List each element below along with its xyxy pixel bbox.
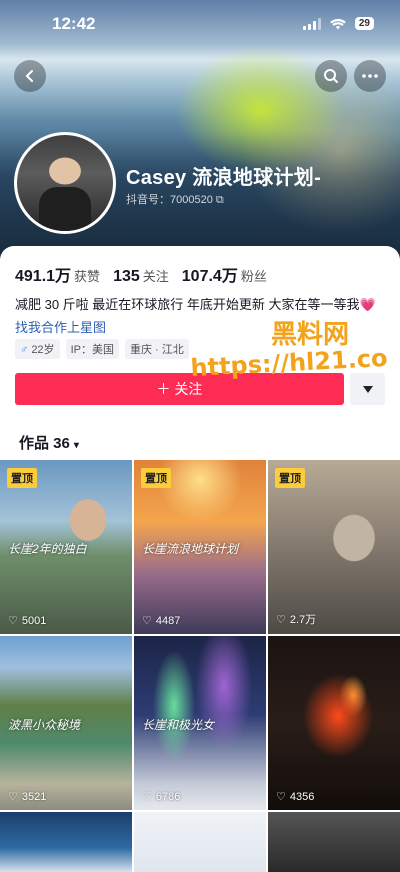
video-tile[interactable] — [268, 812, 400, 872]
like-count-value: 6786 — [155, 790, 181, 803]
more-dots-icon — [362, 74, 378, 78]
stat-likes[interactable]: 491.1万 获赞 — [15, 262, 100, 286]
chevron-down-icon: ▾ — [73, 440, 79, 451]
like-count-value: 4487 — [155, 614, 181, 627]
like-count: ♡ 2.7万 — [276, 611, 316, 627]
triangle-down-icon — [362, 385, 373, 393]
location-tag: 重庆 · 江北 — [124, 339, 189, 359]
chevron-left-icon — [25, 70, 33, 82]
video-tile[interactable]: 置顶 长崖2年的独白 ♡ 5001 — [0, 460, 132, 634]
stat-following[interactable]: 135 关注 — [113, 266, 169, 286]
douyin-id[interactable]: 抖音号：7000520 ⧉ — [126, 191, 224, 207]
watermark: 黑料网 https://hl21.co — [184, 314, 394, 382]
star-map-link[interactable]: 找我合作上星图 — [15, 317, 106, 336]
recommend-dropdown-button[interactable] — [350, 373, 385, 405]
heart-emoji: 💗 — [359, 297, 376, 312]
works-label: 作品 36 — [19, 435, 70, 452]
age-tag: ♂ 22岁 — [15, 339, 60, 359]
status-bar: 12:42 29 — [0, 0, 400, 50]
heart-outline-icon: ♡ — [142, 615, 152, 627]
stat-likes-value: 491.1万 — [15, 268, 72, 285]
stat-following-value: 135 — [113, 268, 140, 285]
video-grid: 置顶 长崖2年的独白 ♡ 5001 置顶 长崖流浪地球计划 ♡ 4487 置顶 ♡ 2… — [0, 460, 400, 872]
heart-outline-icon: ♡ — [276, 791, 286, 803]
profile-name: Casey 流浪地球计划- — [126, 167, 322, 189]
bio-text: 减肥 30 斤啦 最近在环球旅行 年底开始更新 大家在等一等我 — [15, 297, 360, 312]
profile-tags: ♂ 22岁 IP：美国 重庆 · 江北 — [15, 339, 189, 359]
like-count-value: 4356 — [289, 790, 315, 803]
video-caption: 长崖流浪地球计划 — [142, 542, 239, 556]
search-icon — [324, 69, 338, 83]
watermark-url: https://hl21.co — [189, 343, 389, 383]
video-tile[interactable] — [0, 812, 132, 872]
douyin-id-text: 抖音号：7000520 — [126, 194, 213, 206]
heart-outline-icon: ♡ — [8, 791, 18, 803]
heart-outline-icon: ♡ — [276, 613, 286, 626]
video-tile[interactable]: 置顶 ♡ 2.7万 — [268, 460, 400, 634]
like-count-value: 2.7万 — [289, 614, 317, 626]
pinned-badge: 置顶 — [7, 468, 37, 488]
works-tab[interactable]: 作品 36 ▾ — [19, 432, 79, 453]
follow-button[interactable]: ＋ 关注 — [15, 373, 344, 405]
search-button[interactable] — [315, 60, 347, 92]
wifi-icon — [330, 18, 346, 29]
video-tile[interactable]: 波黑小众秘境 ♡ 3521 — [0, 636, 132, 810]
like-count: ♡ 4487 — [142, 614, 181, 628]
stat-followers-value: 107.4万 — [181, 268, 238, 285]
signal-icon — [302, 17, 321, 30]
stat-likes-label: 获赞 — [74, 269, 101, 284]
like-count-value: 3521 — [21, 790, 47, 803]
battery-indicator: 29 — [354, 17, 374, 30]
avatar[interactable] — [14, 132, 116, 234]
like-count-value: 5001 — [21, 614, 47, 627]
video-tile[interactable] — [134, 812, 266, 872]
male-icon: ♂ — [20, 344, 29, 356]
video-caption: 长崖和极光女 — [142, 718, 215, 732]
like-count: ♡ 3521 — [8, 790, 47, 804]
more-button[interactable] — [354, 60, 386, 92]
status-icons: 29 — [302, 17, 374, 30]
heart-outline-icon: ♡ — [142, 791, 152, 803]
heart-outline-icon: ♡ — [8, 615, 18, 627]
video-caption: 波黑小众秘境 — [8, 718, 81, 732]
age-text: 22岁 — [31, 344, 55, 356]
video-tile[interactable]: ♡ 4356 — [268, 636, 400, 810]
stat-following-label: 关注 — [142, 269, 169, 284]
video-tile[interactable]: 长崖和极光女 ♡ 6786 — [134, 636, 266, 810]
clock: 12:42 — [52, 14, 96, 33]
like-count: ♡ 6786 — [142, 790, 181, 804]
ip-tag: IP：美国 — [65, 339, 119, 359]
stat-followers[interactable]: 107.4万 粉丝 — [182, 262, 267, 286]
pinned-badge: 置顶 — [275, 468, 305, 488]
bio: 减肥 30 斤啦 最近在环球旅行 年底开始更新 大家在等一等我💗 — [15, 294, 376, 313]
back-button[interactable] — [14, 60, 46, 92]
copy-icon[interactable]: ⧉ — [216, 194, 224, 206]
like-count: ♡ 4356 — [276, 790, 315, 804]
profile-stats: 491.1万 获赞 135 关注 107.4万 粉丝 — [15, 262, 267, 286]
like-count: ♡ 5001 — [8, 614, 47, 628]
video-caption: 长崖2年的独白 — [8, 542, 87, 556]
pinned-badge: 置顶 — [141, 468, 171, 488]
video-tile[interactable]: 置顶 长崖流浪地球计划 ♡ 4487 — [134, 460, 266, 634]
stat-followers-label: 粉丝 — [240, 269, 267, 284]
